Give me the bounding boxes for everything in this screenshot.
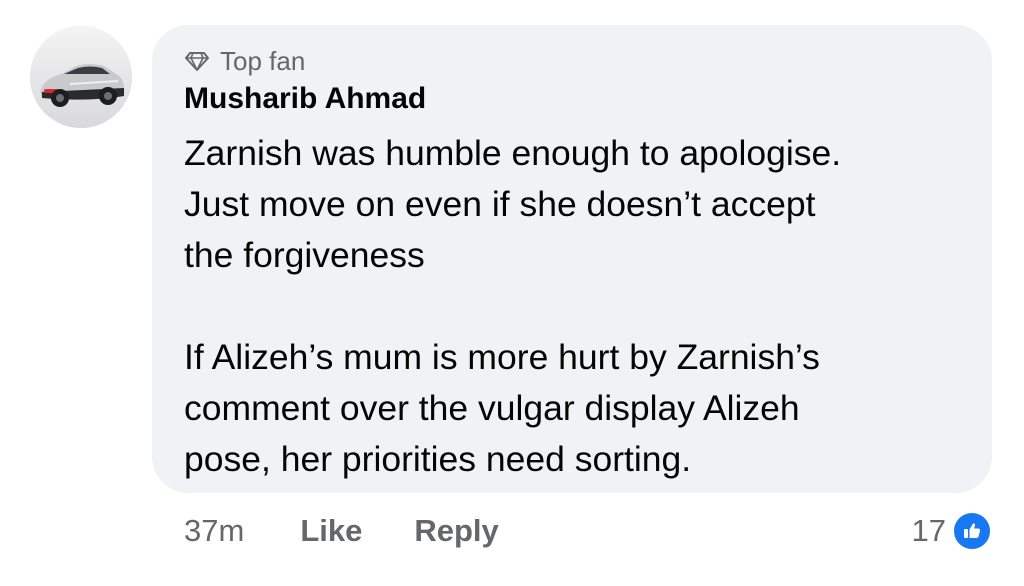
comment-line: Just move on even if she doesn’t accept (184, 184, 816, 224)
thumbs-up-icon (952, 511, 992, 551)
top-fan-badge[interactable]: Top fan (184, 44, 305, 78)
comment-text: Zarnish was humble enough to apologise. … (184, 128, 974, 485)
comment-line: If Alizeh’s mum is more hurt by Zarnish’… (184, 337, 820, 377)
reaction-count: 17 (911, 513, 946, 548)
diamond-icon (185, 52, 209, 71)
comment-line: the forgiveness (184, 235, 425, 275)
badge-label: Top fan (220, 45, 306, 76)
reaction-summary[interactable]: 17 (912, 508, 992, 554)
comment-line: Zarnish was humble enough to apologise. (184, 133, 842, 173)
like-button[interactable]: Like (300, 513, 362, 549)
comment-line: pose, her priorities need sorting. (184, 439, 692, 479)
comment-line: comment over the vulgar display Alizeh (184, 388, 800, 428)
avatar[interactable] (30, 26, 132, 128)
reply-button[interactable]: Reply (414, 513, 498, 549)
sports-car-avatar-image (30, 26, 132, 128)
paragraph-break (184, 281, 974, 332)
timestamp[interactable]: 37m (184, 513, 244, 549)
comment-actions: 37m Like Reply (184, 508, 499, 554)
author-name[interactable]: Musharib Ahmad (184, 82, 426, 116)
